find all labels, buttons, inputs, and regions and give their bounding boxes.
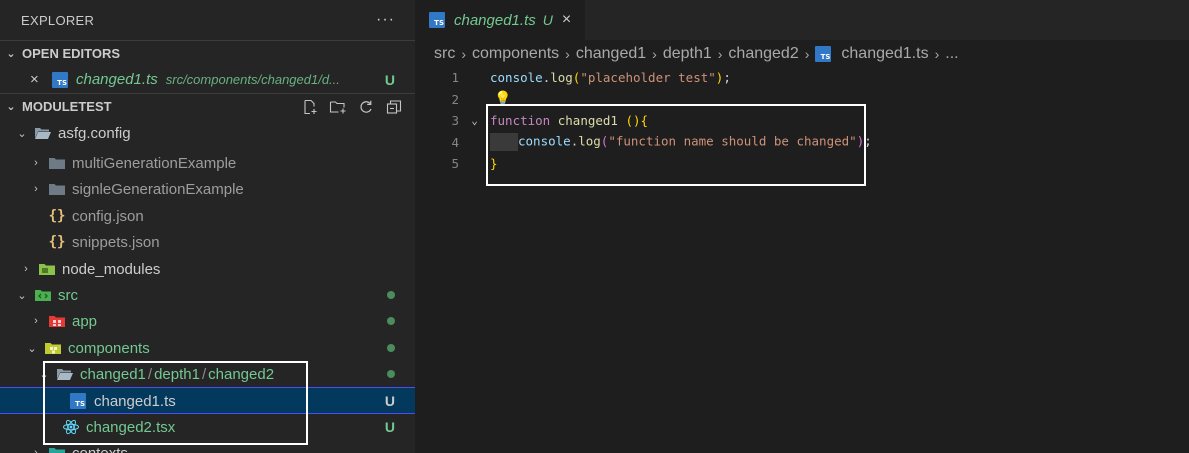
breadcrumb-item[interactable]: src [434, 45, 455, 63]
chevron-down-icon: ⌄ [6, 101, 16, 113]
tree-item-config-json[interactable]: {} config.json [0, 203, 415, 229]
folder-open-icon [34, 125, 52, 141]
git-modified-dot [387, 291, 395, 299]
chevron-right-icon: › [34, 157, 38, 169]
node-folder-icon [38, 261, 56, 277]
tree-item-label: signleGenerationExample [72, 180, 244, 198]
chevron-right-icon: › [34, 447, 38, 453]
code-line: 1 console.log("placeholder test"); [415, 67, 1189, 89]
src-folder-icon [34, 287, 52, 303]
tab-changed1-ts[interactable]: TS changed1.ts U × [415, 0, 585, 40]
open-editors-header[interactable]: ⌄ OPEN EDITORS [0, 40, 415, 66]
tree-item-label: src [58, 286, 78, 304]
tree-item-label: contexts [72, 444, 128, 453]
chevron-right-icon: › [565, 46, 570, 62]
chevron-right-icon: › [24, 263, 28, 275]
tree-item-label: node_modules [62, 260, 161, 278]
chevron-right-icon: › [717, 46, 723, 62]
chevron-right-icon: › [652, 46, 657, 62]
git-modified-dot [387, 317, 395, 325]
tree-item-label: multiGenerationExample [72, 154, 237, 172]
tree-item-label: components [68, 339, 150, 357]
open-editor-item[interactable]: × TS changed1.ts src/components/changed1… [0, 66, 415, 93]
git-status-untracked: U [384, 71, 395, 88]
breadcrumb-item[interactable]: components [472, 45, 559, 63]
git-modified-dot [387, 370, 395, 378]
json-icon: {} [48, 208, 66, 224]
code-text: console.log("placeholder test"); [490, 70, 731, 86]
close-icon[interactable]: × [562, 11, 571, 29]
tree-item-multigeneration[interactable]: › multiGenerationExample [0, 150, 415, 176]
breadcrumb-item[interactable]: changed2 [728, 45, 798, 63]
explorer-sidebar: EXPLORER ··· ⌄ OPEN EDITORS × TS changed… [0, 0, 415, 453]
typescript-icon: TS [52, 71, 68, 88]
git-status-untracked: U [542, 12, 553, 28]
close-icon[interactable]: × [30, 71, 46, 88]
git-modified-dot [387, 344, 395, 352]
tree-item-signlegeneration[interactable]: › signleGenerationExample [0, 176, 415, 202]
chevron-right-icon: › [934, 46, 940, 62]
tree-item-snippets-json[interactable]: {} snippets.json [0, 229, 415, 255]
components-folder-icon [44, 340, 62, 356]
breadcrumb-file[interactable]: changed1.ts [841, 45, 928, 63]
highlight-box [43, 361, 308, 445]
explorer-header: EXPLORER ··· [0, 0, 415, 40]
line-number: 1 [451, 70, 459, 86]
typescript-icon: TS [815, 46, 832, 62]
breadcrumb-item[interactable]: changed1 [576, 45, 646, 63]
tab-label: changed1.ts [454, 11, 536, 29]
breadcrumb: src › components › changed1 › depth1 › c… [415, 40, 1189, 68]
breadcrumb-more[interactable]: ... [945, 45, 958, 63]
chevron-down-icon: ⌄ [27, 342, 37, 355]
chevron-right-icon: › [461, 46, 466, 62]
open-editor-path: src/components/changed1/d... [165, 72, 340, 87]
app-folder-icon [48, 313, 66, 329]
highlight-box [486, 104, 866, 186]
new-folder-icon[interactable] [327, 96, 349, 118]
tab-bar: TS changed1.ts U × [415, 0, 1189, 40]
tree-item-components[interactable]: ⌄ components [0, 335, 415, 361]
chevron-down-icon: ⌄ [17, 127, 27, 140]
line-number: 2 [451, 91, 459, 107]
folder-icon [48, 445, 66, 453]
git-status-untracked: U [384, 393, 395, 409]
tree-item-label: app [72, 312, 98, 330]
tree-item-app[interactable]: › app [0, 308, 415, 334]
breadcrumb-item[interactable]: depth1 [663, 45, 712, 63]
open-editor-name: changed1.ts [76, 71, 158, 88]
tree-item-node-modules[interactable]: › node_modules [0, 256, 415, 282]
tree-item-label: asfg.config [58, 124, 131, 142]
workspace-header[interactable]: ⌄ MODULETEST [0, 93, 415, 119]
line-number: 3 [451, 113, 459, 129]
tree-item-src[interactable]: ⌄ src [0, 282, 415, 308]
line-number: 5 [451, 156, 459, 172]
line-number: 4 [451, 134, 459, 150]
folder-icon [48, 181, 66, 197]
collapse-all-icon[interactable] [383, 96, 405, 118]
tree-item-label: snippets.json [72, 233, 160, 251]
chevron-right-icon: › [34, 183, 38, 195]
new-file-icon[interactable] [299, 96, 321, 118]
chevron-right-icon: › [804, 46, 810, 62]
explorer-title: EXPLORER [21, 12, 95, 28]
folder-icon [48, 155, 66, 171]
tree-item-label: config.json [72, 207, 144, 225]
open-editors-label: OPEN EDITORS [22, 46, 121, 61]
chevron-down-icon: ⌄ [17, 289, 27, 302]
editor-area: TS changed1.ts U × src › components › ch… [415, 0, 1189, 453]
tree-item-asfg-config[interactable]: ⌄ asfg.config [0, 120, 415, 146]
refresh-icon[interactable] [355, 96, 377, 118]
chevron-down-icon: ⌄ [6, 48, 16, 60]
git-status-untracked: U [384, 419, 395, 435]
more-actions-icon[interactable]: ··· [376, 11, 395, 29]
chevron-right-icon: › [34, 315, 38, 327]
workspace-label: MODULETEST [22, 99, 112, 114]
typescript-icon: TS [429, 12, 445, 28]
json-icon: {} [48, 234, 66, 250]
